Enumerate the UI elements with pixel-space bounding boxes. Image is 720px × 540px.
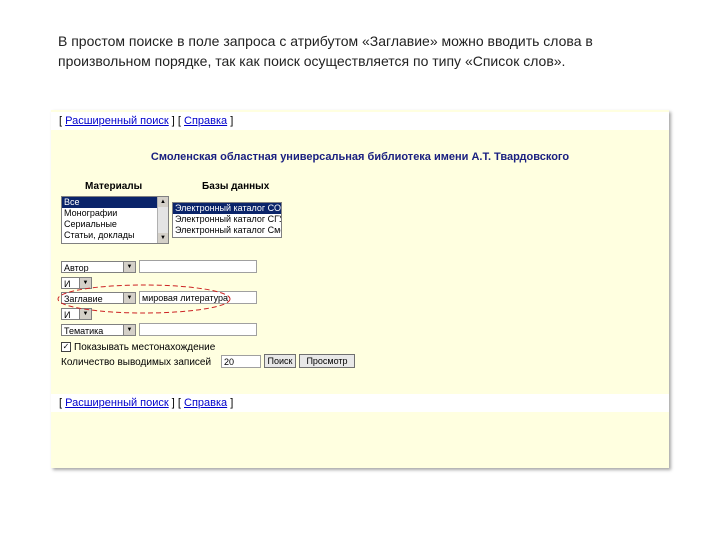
slide-caption: В простом поиске в поле запроса с атрибу… [58, 33, 593, 69]
scroll-up-icon[interactable]: ▲ [158, 197, 168, 207]
bracket: ] [ [168, 397, 184, 409]
chevron-down-icon[interactable]: ▼ [123, 325, 135, 335]
list-item[interactable]: Электронный каталог СмолГУ [173, 225, 281, 236]
library-title: Смоленская областная универсальная библи… [150, 151, 570, 163]
select-value: Автор [64, 263, 89, 273]
search-button[interactable]: Поиск [264, 354, 296, 368]
field-select-author[interactable]: Автор ▼ [61, 261, 136, 273]
chevron-down-icon[interactable]: ▼ [123, 262, 135, 272]
top-link-bar: [ Расширенный поиск ] [ Справка ] [51, 112, 669, 130]
browse-button[interactable]: Просмотр [299, 354, 355, 368]
help-link[interactable]: Справка [184, 397, 227, 409]
list-item[interactable]: Сериальные [62, 219, 168, 230]
query-input-subject[interactable] [139, 323, 257, 336]
help-link[interactable]: Справка [184, 115, 227, 127]
select-value: Тематика [64, 326, 104, 336]
show-location-checkbox[interactable]: ✓ [61, 342, 71, 353]
materials-label: Материалы [85, 181, 143, 192]
databases-listbox[interactable]: Электронный каталог СОУБ Электронный кат… [172, 202, 282, 238]
list-item[interactable]: Электронный каталог СОУБ [173, 203, 281, 214]
field-select-subject[interactable]: Тематика ▼ [61, 324, 136, 336]
list-item[interactable]: Монографии [62, 208, 168, 219]
scroll-down-icon[interactable]: ▼ [158, 233, 168, 243]
show-location-row: ✓ Показывать местонахождение [61, 342, 215, 353]
bottom-link-bar: [ Расширенный поиск ] [ Справка ] [51, 394, 669, 412]
show-location-label: Показывать местонахождение [74, 342, 216, 353]
list-item[interactable]: Электронный каталог СГУ [173, 214, 281, 225]
bracket: ] [227, 397, 234, 409]
bracket: ] [227, 115, 234, 127]
extended-search-link[interactable]: Расширенный поиск [65, 115, 169, 127]
query-input-author[interactable] [139, 260, 257, 273]
highlight-ellipse [57, 284, 231, 314]
quantity-label: Количество выводимых записей [61, 357, 212, 368]
materials-scrollbar[interactable]: ▲ ▼ [157, 197, 168, 243]
bracket: ] [ [168, 115, 184, 127]
list-item[interactable]: Все [62, 197, 168, 208]
quantity-input[interactable]: 20 [221, 355, 261, 368]
databases-label: Базы данных [202, 181, 270, 192]
extended-search-link[interactable]: Расширенный поиск [65, 397, 169, 409]
materials-listbox[interactable]: Все Монографии Сериальные Статьи, доклад… [61, 196, 169, 244]
catalog-screenshot: [ Расширенный поиск ] [ Справка ] Смолен… [51, 110, 669, 468]
list-item[interactable]: Статьи, доклады [62, 230, 168, 241]
